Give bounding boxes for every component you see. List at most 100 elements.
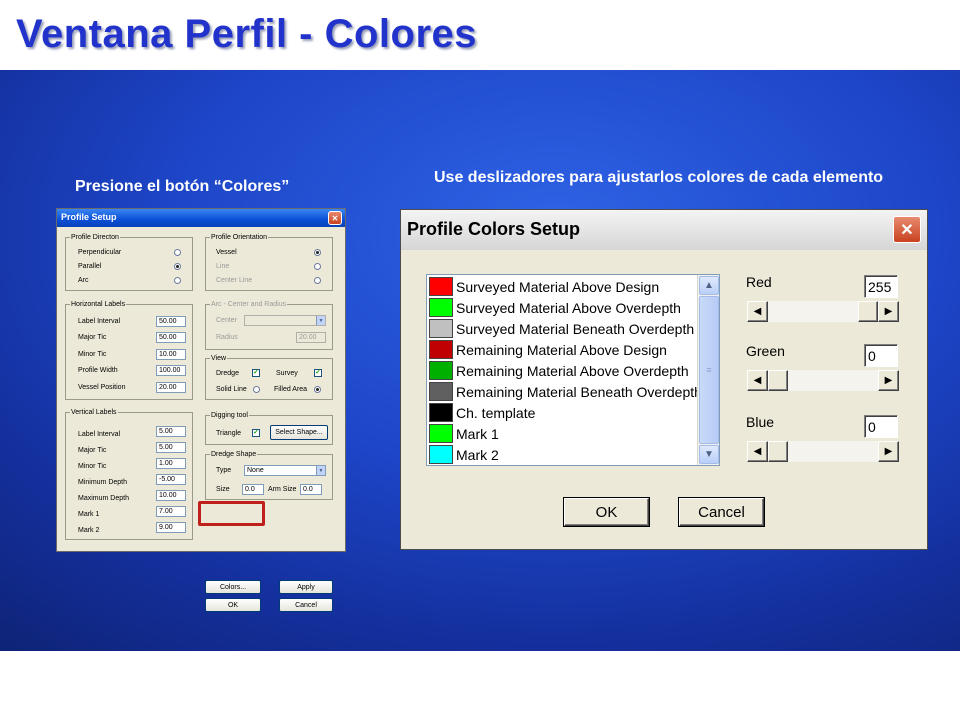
list-item[interactable]: Remaining Material Beneath Overdepth — [427, 381, 702, 402]
parallel-radio[interactable] — [174, 263, 181, 270]
list-item-label: Surveyed Material Above Overdepth — [456, 299, 681, 316]
list-item[interactable]: Surveyed Material Above Overdepth — [427, 297, 697, 318]
list-item[interactable]: Remaining Material Above Design — [427, 339, 697, 360]
green-label: Green — [746, 343, 785, 359]
list-item[interactable]: Surveyed Material Beneath Overdepth — [427, 318, 697, 339]
v-label-interval-label: Label Interval — [78, 431, 121, 438]
vessel-position-input[interactable]: 20.00 — [156, 382, 186, 393]
type-select[interactable]: None — [244, 465, 326, 476]
profile-direction-label: Profile Directon — [70, 233, 120, 242]
element-color-list[interactable]: Surveyed Material Above Design Surveyed M… — [426, 274, 720, 466]
v-major-tic-label: Major Tic — [78, 447, 107, 454]
blue-value-input[interactable]: 0 — [864, 415, 898, 438]
scroll-left-icon[interactable]: ◀ — [747, 441, 768, 462]
scroll-right-icon[interactable]: ▶ — [878, 441, 899, 462]
list-item[interactable]: Ch. template — [427, 402, 697, 423]
red-slider-thumb[interactable] — [858, 301, 878, 322]
scroll-left-icon[interactable]: ◀ — [747, 370, 768, 391]
list-item[interactable]: Mark 1 — [427, 423, 697, 444]
survey-checkbox[interactable]: ✓ — [314, 369, 322, 377]
h-label-interval-input[interactable]: 50.00 — [156, 316, 186, 327]
cancel-button[interactable]: Cancel — [279, 598, 333, 612]
red-value-input[interactable]: 255 — [864, 275, 898, 298]
arc-center-select[interactable] — [244, 315, 326, 326]
red-label: Red — [746, 274, 772, 290]
view-group: View Dredge ✓ Survey ✓ Solid Line Filled… — [205, 354, 333, 400]
list-item[interactable]: Mark 2 — [427, 444, 697, 465]
size-input[interactable]: 0.0 — [242, 484, 264, 495]
scroll-up-icon[interactable]: ▲ — [699, 276, 719, 295]
chevron-down-icon[interactable]: ▼ — [316, 316, 325, 325]
h-label-interval-label: Label Interval — [78, 318, 121, 325]
triangle-checkbox[interactable]: ✓ — [252, 429, 260, 437]
green-value-input[interactable]: 0 — [864, 344, 898, 367]
scroll-left-icon[interactable]: ◀ — [747, 301, 768, 322]
profile-width-input[interactable]: 100.00 — [156, 365, 186, 376]
select-shape-button[interactable]: Select Shape... — [270, 425, 328, 440]
chevron-down-icon[interactable]: ▼ — [316, 466, 325, 475]
arc-radius-label: Radius — [216, 334, 238, 341]
colors-button[interactable]: Colors... — [205, 580, 261, 594]
v-label-interval-input[interactable]: 5.00 — [156, 426, 186, 437]
center-line-radio[interactable] — [314, 277, 321, 284]
color-swatch — [429, 319, 453, 338]
solid-line-radio[interactable] — [253, 386, 260, 393]
list-item[interactable]: Remaining Material Above Overdepth — [427, 360, 697, 381]
v-minor-tic-label: Minor Tic — [78, 463, 107, 470]
arc-center-label: Center — [216, 317, 238, 324]
h-major-tic-label: Major Tic — [78, 334, 107, 341]
maximum-depth-label: Maximum Depth — [78, 495, 129, 502]
arc-radius-input[interactable]: 20.00 — [296, 332, 326, 343]
profile-direction-group: Profile Directon Perpendicular Parallel … — [65, 233, 193, 291]
cancel-button[interactable]: Cancel — [679, 498, 764, 526]
profile-width-label: Profile Width — [78, 367, 118, 374]
arm-size-input[interactable]: 0.0 — [300, 484, 322, 495]
mark-2-input[interactable]: 9.00 — [156, 522, 186, 533]
vessel-label: Vessel — [216, 249, 237, 256]
list-item-label: Remaining Material Beneath Overdepth — [456, 383, 702, 400]
ok-button[interactable]: OK — [205, 598, 261, 612]
colors-setup-close-button[interactable]: ✕ — [893, 216, 921, 243]
dredge-checkbox[interactable]: ✓ — [252, 369, 260, 377]
dredge-shape-group: Dredge Shape Type None ▼ Size 0.0 Arm Si… — [205, 450, 333, 500]
blue-slider-thumb[interactable] — [768, 441, 788, 462]
list-item-label: Remaining Material Above Design — [456, 341, 667, 358]
blue-slider[interactable]: ◀ ▶ — [747, 441, 899, 462]
scroll-thumb[interactable]: ≡ — [699, 296, 719, 444]
scroll-right-icon[interactable]: ▶ — [878, 301, 899, 322]
minimum-depth-input[interactable]: -5.00 — [156, 474, 186, 485]
perpendicular-radio[interactable] — [174, 249, 181, 256]
scroll-right-icon[interactable]: ▶ — [878, 370, 899, 391]
ok-button[interactable]: OK — [564, 498, 649, 526]
green-slider[interactable]: ◀ ▶ — [747, 370, 899, 391]
view-label: View — [210, 354, 228, 363]
green-slider-thumb[interactable] — [768, 370, 788, 391]
vessel-radio[interactable] — [314, 249, 321, 256]
colors-setup-title: Profile Colors Setup — [407, 219, 581, 239]
h-minor-tic-input[interactable]: 10.00 — [156, 349, 186, 360]
minimum-depth-label: Minimum Depth — [78, 479, 128, 486]
list-item-label: Remaining Material Above Overdepth — [456, 362, 689, 379]
list-item[interactable]: Surveyed Material Above Design — [427, 276, 697, 297]
line-radio[interactable] — [314, 263, 321, 270]
size-label: Size — [216, 486, 230, 493]
scroll-down-icon[interactable]: ▼ — [699, 445, 719, 464]
red-slider[interactable]: ◀ ▶ — [747, 301, 899, 322]
h-major-tic-input[interactable]: 50.00 — [156, 332, 186, 343]
v-major-tic-input[interactable]: 5.00 — [156, 442, 186, 453]
arc-radio[interactable] — [174, 277, 181, 284]
colors-button-highlight — [198, 501, 265, 526]
list-scrollbar[interactable]: ▲ ≡ ▼ — [697, 275, 719, 465]
vertical-labels-group: Vertical Labels Label Interval 5.00 Majo… — [65, 408, 193, 540]
list-item-label: Ch. template — [456, 404, 536, 421]
mark-1-input[interactable]: 7.00 — [156, 506, 186, 517]
arc-group-label: Arc - Center and Radius — [210, 300, 288, 309]
digging-tool-label: Digging tool — [210, 411, 249, 420]
profile-setup-close-button[interactable]: ✕ — [328, 211, 342, 225]
solid-line-label: Solid Line — [216, 386, 247, 393]
apply-button[interactable]: Apply — [279, 580, 333, 594]
v-minor-tic-input[interactable]: 1.00 — [156, 458, 186, 469]
maximum-depth-input[interactable]: 10.00 — [156, 490, 186, 501]
filled-area-radio[interactable] — [314, 386, 321, 393]
center-line-label: Center Line — [216, 277, 253, 284]
